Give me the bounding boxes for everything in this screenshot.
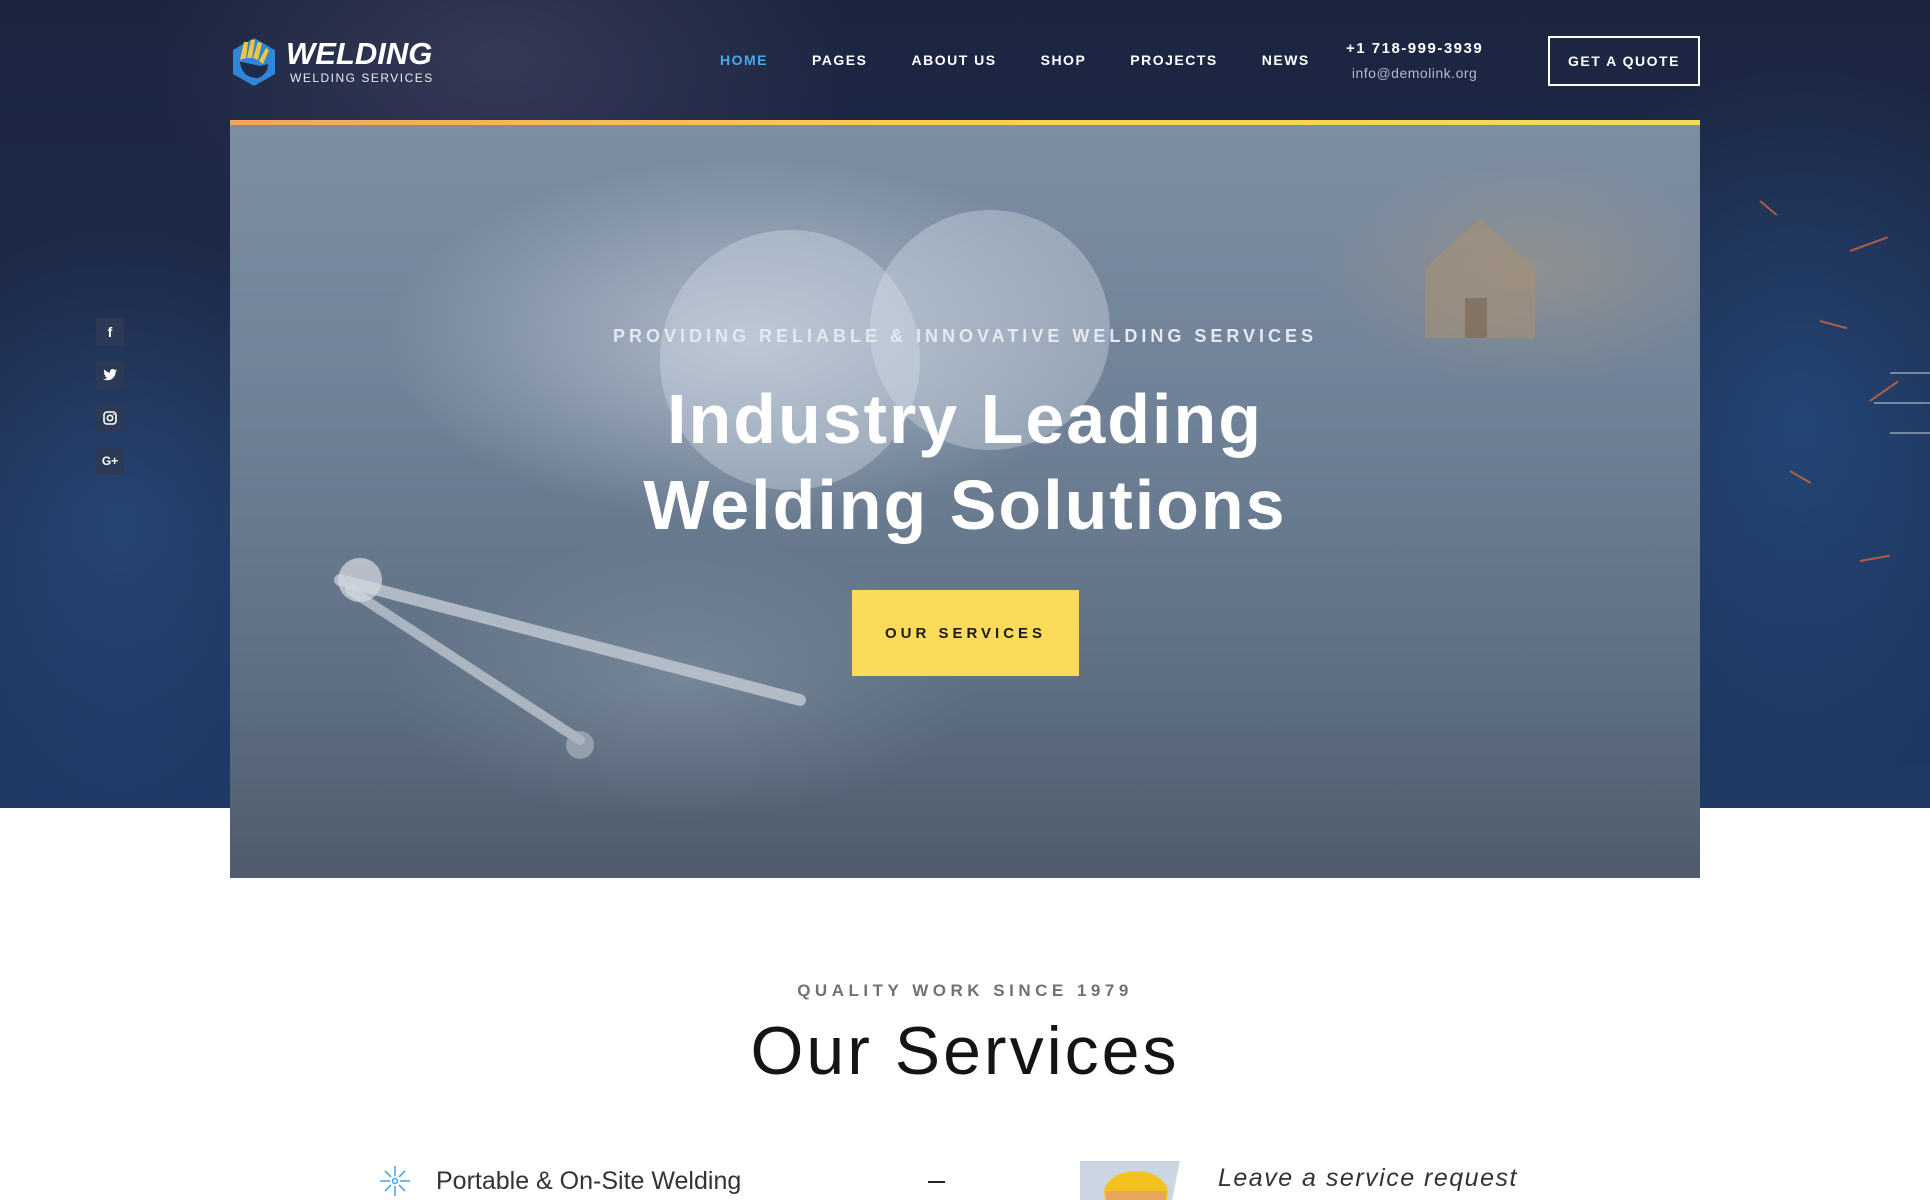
worker-photo [1080,1161,1194,1200]
email-address[interactable]: info@demolink.org [1346,65,1483,81]
service-request-link[interactable]: Leave a service request [1218,1164,1518,1193]
logo[interactable]: WELDING WELDING SERVICES [230,34,434,88]
slider-line [1874,402,1930,404]
nav-shop[interactable]: SHOP [1041,52,1087,68]
our-services-button[interactable]: OUR SERVICES [852,590,1079,676]
spark-decoration [1759,200,1778,216]
spark-decoration [1869,380,1899,402]
services-title: Our Services [750,1013,1180,1089]
welding-hand-icon [233,38,275,86]
nav-about-us[interactable]: ABOUT US [911,52,996,68]
hero-title-line2: Welding Solutions [643,466,1287,544]
phone-number[interactable]: +1 718-999-3939 [1346,40,1483,57]
spark-decoration [1859,554,1890,562]
service-item-portable-welding[interactable]: Portable & On-Site Welding [378,1164,741,1198]
nav-projects[interactable]: PROJECTS [1130,52,1217,68]
logo-subtitle: WELDING SERVICES [290,71,434,85]
hero-title: Industry Leading Welding Solutions [230,376,1700,548]
social-links: f G+ [96,318,124,490]
nav-pages[interactable]: PAGES [812,52,867,68]
facebook-icon[interactable]: f [96,318,124,346]
twitter-icon[interactable] [96,361,124,389]
instagram-icon[interactable] [96,404,124,432]
main-nav: HOME PAGES ABOUT US SHOP PROJECTS NEWS [720,52,1354,68]
nav-news[interactable]: NEWS [1262,52,1310,68]
hero-section: PROVIDING RELIABLE & INNOVATIVE WELDING … [230,120,1700,878]
hero-kicker: PROVIDING RELIABLE & INNOVATIVE WELDING … [612,326,1318,346]
spark-decoration [1789,470,1812,484]
google-plus-icon[interactable]: G+ [96,447,124,475]
hero-accent-bar [230,120,1700,125]
slider-line [1890,432,1930,434]
spark-decoration [1849,236,1888,252]
service-item-label: Portable & On-Site Welding [436,1166,742,1195]
slider-line [1890,372,1930,374]
hero-title-line1: Industry Leading [667,380,1263,458]
spark-decoration [1819,320,1848,330]
compass-image [334,558,806,759]
services-kicker: QUALITY WORK SINCE 1979 [797,981,1133,1000]
contact-info: +1 718-999-3939 info@demolink.org [1346,40,1483,81]
nav-home[interactable]: HOME [720,52,768,68]
collapse-toggle-icon[interactable] [928,1172,946,1192]
logo-title: WELDING [286,36,433,71]
get-a-quote-button[interactable]: GET A QUOTE [1548,36,1700,86]
spark-icon [380,1166,410,1196]
